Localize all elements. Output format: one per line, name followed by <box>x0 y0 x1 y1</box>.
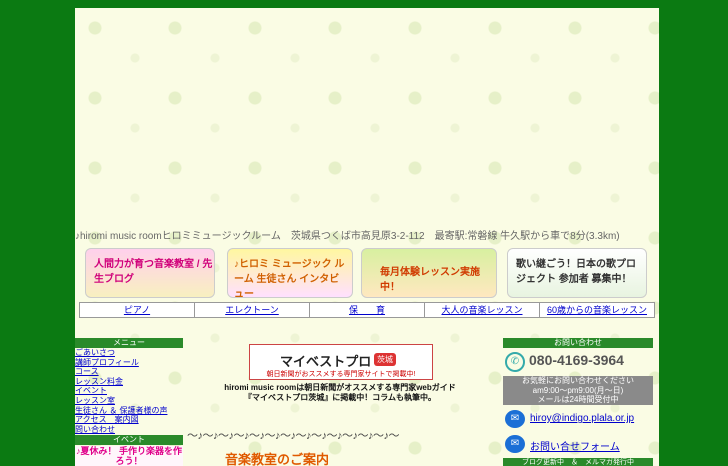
menu-item-events[interactable]: イベント <box>75 386 183 396</box>
mail-icon: ✉ <box>505 435 525 453</box>
phone-block: ✆ 080-4169-3964 <box>503 350 653 374</box>
banner-teacher-blog[interactable]: 人間力が育つ音楽教室 / 先生ブログ <box>85 248 215 298</box>
banner-label: 毎月体験レッスン実施中！ <box>380 267 480 293</box>
menu-item-inquiry[interactable]: 問い合わせ <box>75 425 183 435</box>
banner-label: ♪ヒロミ ミュージック ルーム 生徒さん インタビュー <box>234 259 345 298</box>
logo-sub: 朝日新聞がおススメする専門家サイトで掲載中! <box>266 371 416 378</box>
menu-item-fees[interactable]: レッスン料金 <box>75 377 183 387</box>
banner-song-project[interactable]: 歌い継ごう！日本の歌プロジェクト 参加者 募集中！ <box>507 248 647 298</box>
banner-student-interview[interactable]: ♪ヒロミ ミュージック ルーム 生徒さん インタビュー <box>227 248 353 298</box>
blog-bar: ブログ更新中 ＆ メルマガ発行中 <box>503 458 653 466</box>
hours-line-1: お気軽にお問い合わせください <box>522 376 634 385</box>
menu-item-greeting[interactable]: ごあいさつ <box>75 348 183 358</box>
page-container: ♪hiromi music roomヒロミミュージックルーム 茨城県つくば市高見… <box>75 8 659 466</box>
menu-item-voices[interactable]: 生徒さん ＆ 保護者様の声 <box>75 406 183 416</box>
contact-form-link[interactable]: お問い合せフォーム <box>530 438 620 453</box>
phone-icon: ✆ <box>505 352 525 372</box>
menu-title: メニュー <box>75 338 183 348</box>
promo-line-1: hiromi music roomは朝日新聞がオススメする専門家webガイド <box>224 383 456 392</box>
nav-piano[interactable]: ピアノ <box>80 303 195 317</box>
section-title: 音楽教室のご案内 <box>225 452 330 466</box>
phone-number[interactable]: 080-4169-3964 <box>529 352 624 368</box>
menu-item-access[interactable]: アクセス 案内図 <box>75 415 183 425</box>
nav-childcare[interactable]: 保 育 <box>310 303 425 317</box>
event-banner[interactable]: ♪夏休み！ 手作り楽器を作ろう！ <box>75 446 183 466</box>
email-block: ✉ hiroy@indigo.plala.or.jp <box>503 410 653 428</box>
contact-title: お問い合わせ <box>503 338 653 348</box>
event-title: イベント <box>75 435 183 445</box>
promo-text: hiromi music roomは朝日新聞がオススメする専門家webガイド 『… <box>215 383 465 403</box>
hours-line-2: am9:00～pm9:00(月～日) <box>532 385 624 395</box>
nav-electone[interactable]: エレクトーン <box>195 303 310 317</box>
banner-trial-lesson[interactable]: 毎月体験レッスン実施中！ <box>361 248 497 298</box>
banner-label: 歌い継ごう！日本の歌プロジェクト 参加者 募集中！ <box>516 259 636 285</box>
hours-line-3: メールは24時間受付中 <box>537 395 619 404</box>
menu-item-profile[interactable]: 講師プロフィール <box>75 358 183 368</box>
promo-line-2: 『マイベストプロ茨城』に掲載中！コラムも執筆中。 <box>244 393 436 402</box>
nav-60plus-lessons[interactable]: 60歳からの音楽レッスン <box>540 303 654 317</box>
sidebar-menu: ごあいさつ 講師プロフィール コース レッスン料金 イベント レッスン室 生徒さ… <box>75 348 183 434</box>
logo-tag: 茨城 <box>374 353 396 366</box>
contact-hours: お気軽にお問い合わせください am9:00～pm9:00(月～日) メールは24… <box>503 376 653 405</box>
mail-icon: ✉ <box>505 410 525 428</box>
menu-item-lesson-room[interactable]: レッスン室 <box>75 396 183 406</box>
email-link[interactable]: hiroy@indigo.plala.or.jp <box>530 413 634 424</box>
logo-main: マイベストプロ <box>280 354 372 369</box>
nav-adult-lessons[interactable]: 大人の音楽レッスン <box>425 303 540 317</box>
menu-item-courses[interactable]: コース <box>75 367 183 377</box>
header-address: ♪hiromi music roomヒロミミュージックルーム 茨城県つくば市高見… <box>75 231 620 242</box>
banner-label: 人間力が育つ音楽教室 / 先生ブログ <box>94 259 213 285</box>
course-nav: ピアノ エレクトーン 保 育 大人の音楽レッスン 60歳からの音楽レッスン <box>79 302 655 318</box>
music-notes-divider: ～♪～♪～♪～♪～♪～♪～♪～♪～♪～♪～♪～♪～♪～ <box>187 430 400 442</box>
form-block: ✉ お問い合せフォーム <box>503 435 653 453</box>
mybestpro-logo[interactable]: マイベストプロ 茨城 朝日新聞がおススメする専門家サイトで掲載中! <box>249 344 433 380</box>
